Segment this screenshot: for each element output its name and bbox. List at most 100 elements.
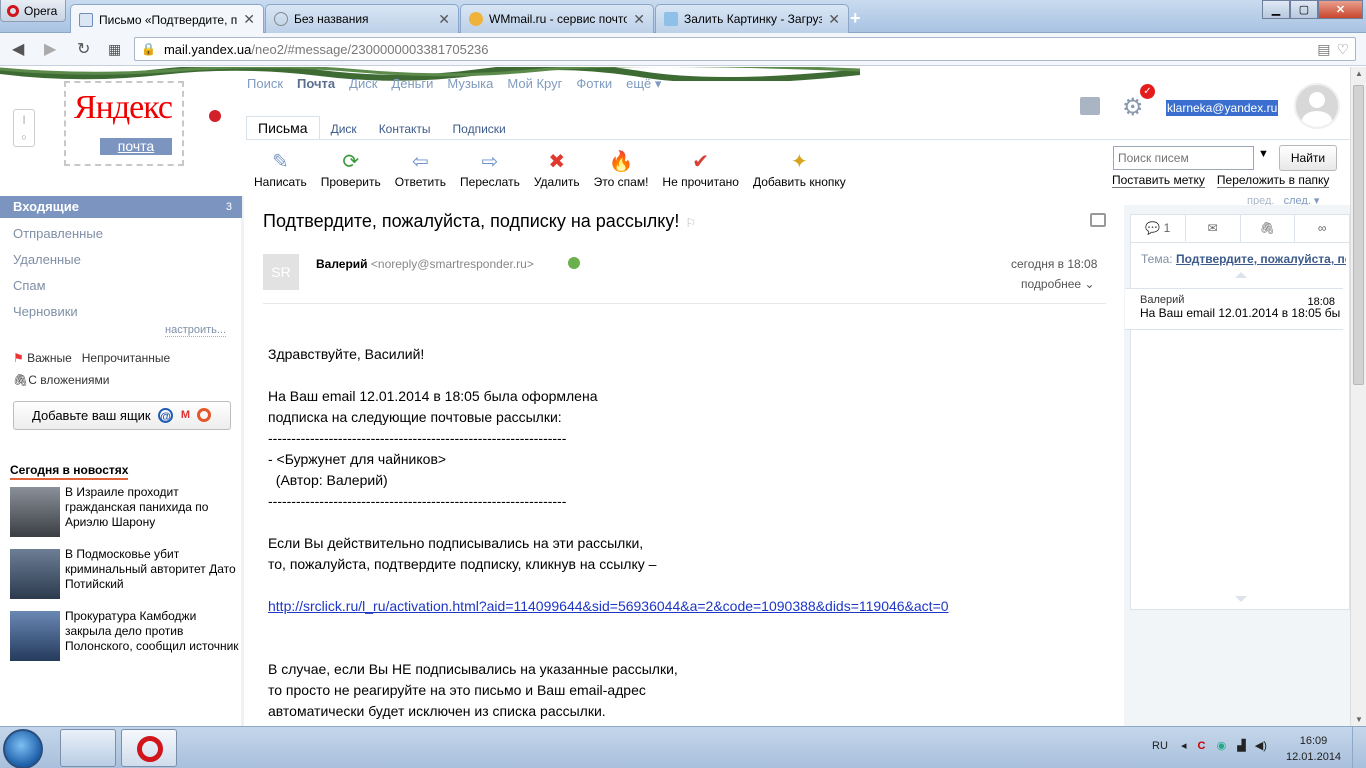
show-desktop-button[interactable] — [1352, 727, 1366, 768]
mail-logo-label[interactable]: почта — [100, 138, 172, 155]
service-money[interactable]: Деньги — [391, 76, 433, 92]
browser-tab-image-upload[interactable]: Залить Картинку - Загрузить изображение … — [655, 4, 849, 33]
sender-name[interactable]: Валерий — [316, 257, 368, 271]
body-line: Здравствуйте, Василий! — [268, 346, 425, 362]
page-scrollbar[interactable]: ▲ ▼ — [1350, 67, 1366, 726]
sender-email[interactable]: <noreply@smartresponder.ru> — [371, 257, 534, 271]
user-email[interactable]: klarneka@yandex.ru — [1166, 100, 1279, 116]
antivirus-icon[interactable]: C — [1198, 740, 1206, 752]
service-music[interactable]: Музыка — [447, 76, 493, 92]
service-mail[interactable]: Почта — [297, 76, 335, 92]
tab-thread-links[interactable]: ∞ — [1295, 215, 1349, 242]
language-indicator[interactable]: RU — [1152, 740, 1168, 752]
folder-spam[interactable]: Спам — [0, 274, 242, 300]
clock[interactable]: 16:09 12.01.2014 — [1286, 733, 1341, 765]
toolbar-button-1[interactable]: ✎ Написать — [254, 149, 307, 189]
toolbar-button-6[interactable]: 🔥 Это спам! — [594, 149, 649, 189]
news-headline[interactable]: Прокуратура Камбоджи закрыла дело против… — [65, 609, 240, 654]
notes-icon[interactable] — [1080, 97, 1100, 115]
close-tab-icon[interactable]: ✕ — [438, 11, 450, 28]
tray-arrow-icon[interactable]: ◂ — [1181, 740, 1187, 752]
scroll-down-icon[interactable] — [1235, 596, 1247, 602]
start-button-icon[interactable] — [3, 729, 43, 768]
grid-icon[interactable]: ▤ — [1317, 41, 1330, 58]
filter-important[interactable]: Важные — [27, 351, 72, 365]
service-search[interactable]: Поиск — [247, 76, 283, 92]
search-input[interactable] — [1113, 146, 1254, 170]
tab-label: Письмо «Подтвердите, пожалуйста, подписк… — [99, 12, 238, 27]
inbox-count: 3 — [225, 201, 232, 213]
yandex-logo[interactable]: Яндекс — [74, 89, 173, 127]
tab-thread-messages[interactable]: 💬 1 — [1131, 215, 1186, 242]
scroll-up-arrow-icon[interactable]: ▲ — [1351, 69, 1366, 78]
filter-attachments[interactable]: С вложениями — [28, 373, 109, 387]
news-title[interactable]: Сегодня в новостях — [10, 463, 129, 480]
opera-menu-button[interactable]: Opera — [0, 0, 66, 22]
close-tab-icon[interactable]: ✕ — [243, 11, 255, 28]
toolbar-button-3[interactable]: ⇦ Ответить — [395, 149, 446, 189]
news-headline[interactable]: В Подмосковье убит криминальный авторите… — [65, 547, 240, 592]
maximize-icon[interactable]: ▢ — [1290, 0, 1318, 19]
thread-message-item[interactable]: Валерий 18:08 На Ваш email 12.01.2014 в … — [1125, 288, 1343, 330]
close-tab-icon[interactable]: ✕ — [828, 11, 840, 28]
thread-box: 💬 1 ✉ 🖇 ∞ Тема: Подтвердите, пожалуйста,… — [1125, 214, 1350, 610]
scroll-down-arrow-icon[interactable]: ▼ — [1351, 715, 1366, 724]
browser-tab-untitled[interactable]: Без названия ✕ — [265, 4, 459, 33]
layout-toggle-icon[interactable]: | ○ — [13, 109, 35, 147]
print-icon[interactable] — [1090, 213, 1106, 227]
service-photos[interactable]: Фотки — [576, 76, 612, 92]
toolbar-button-2[interactable]: ⟳ Проверить — [321, 149, 381, 189]
folder-deleted[interactable]: Удаленные — [0, 248, 242, 274]
folder-drafts[interactable]: Черновики — [0, 300, 242, 326]
search-dropdown-icon[interactable]: ▼ — [1258, 148, 1269, 160]
back-icon[interactable]: ◀ — [12, 39, 24, 59]
folder-inbox[interactable]: Входящие 3 — [0, 196, 242, 218]
browser-tab-wmmail[interactable]: WMmail.ru - сервис почтовых рассылок ✕ — [460, 4, 654, 33]
flag-outline-icon[interactable]: ⚐ — [685, 216, 696, 230]
news-headline[interactable]: В Израиле проходит гражданская панихида … — [65, 485, 240, 530]
skype-icon[interactable]: ◉ — [1217, 740, 1227, 752]
reload-icon[interactable]: ↻ — [77, 39, 90, 59]
scroll-up-icon[interactable] — [1235, 272, 1247, 278]
heart-icon[interactable]: ♡ — [1336, 41, 1349, 58]
set-label-link[interactable]: Поставить метку — [1112, 173, 1205, 188]
search-button[interactable]: Найти — [1279, 145, 1337, 171]
scroll-thumb[interactable] — [1353, 85, 1364, 385]
network-icon[interactable]: ▟ — [1237, 740, 1245, 752]
toolbar-button-5[interactable]: ✖ Удалить — [534, 149, 580, 189]
taskbar-opera-icon[interactable] — [121, 729, 177, 767]
service-more[interactable]: ещё ▾ — [626, 76, 661, 92]
move-to-folder-link[interactable]: Переложить в папку — [1216, 173, 1330, 188]
window-controls: ▁ ▢ ✕ — [1262, 0, 1363, 19]
tab-disk[interactable]: Диск — [320, 116, 368, 140]
new-tab-button[interactable]: + — [850, 8, 861, 29]
tab-subscriptions[interactable]: Подписки — [442, 116, 517, 140]
body-line — [268, 365, 949, 386]
rambler-icon — [197, 408, 211, 422]
folder-sent[interactable]: Отправленные — [0, 222, 242, 248]
filter-unread[interactable]: Непрочитанные — [82, 351, 170, 365]
minimize-icon[interactable]: ▁ — [1262, 0, 1290, 19]
browser-tab-mail[interactable]: Письмо «Подтвердите, пожалуйста, подписк… — [70, 4, 264, 34]
taskbar-notepad-icon[interactable] — [60, 729, 116, 767]
volume-icon[interactable]: ◀) — [1255, 740, 1267, 752]
speed-dial-icon[interactable]: ▦ — [108, 41, 121, 58]
add-mailbox-button[interactable]: Добавьте ваш ящик @ M — [13, 401, 231, 430]
tab-letters[interactable]: Письма — [246, 116, 320, 140]
forward-icon[interactable]: ▶ — [44, 39, 56, 59]
service-moi-krug[interactable]: Мой Круг — [507, 76, 562, 92]
configure-folders-link[interactable]: настроить... — [165, 324, 227, 337]
service-disk[interactable]: Диск — [349, 76, 377, 92]
toolbar-button-4[interactable]: ⇨ Переслать — [460, 149, 520, 189]
tab-thread-attachments[interactable]: 🖇 — [1241, 215, 1296, 242]
toolbar-button-8[interactable]: ✦ Добавить кнопку — [753, 149, 846, 189]
close-tab-icon[interactable]: ✕ — [633, 11, 645, 28]
thread-topic-link[interactable]: Подтвердите, пожалуйста, подписку на рас… — [1176, 252, 1346, 266]
toolbar-button-7[interactable]: ✔ Не прочитано — [662, 149, 739, 189]
close-window-icon[interactable]: ✕ — [1318, 0, 1363, 19]
tab-thread-mail[interactable]: ✉ — [1186, 215, 1241, 242]
details-link[interactable]: подробнее ⌄ — [1021, 277, 1095, 291]
tab-contacts[interactable]: Контакты — [368, 116, 442, 140]
address-bar[interactable]: 🔒 mail.yandex.ua /neo2/#message/23000000… — [134, 37, 1356, 61]
activation-link[interactable]: http://srclick.ru/l_ru/activation.html?a… — [268, 596, 949, 617]
